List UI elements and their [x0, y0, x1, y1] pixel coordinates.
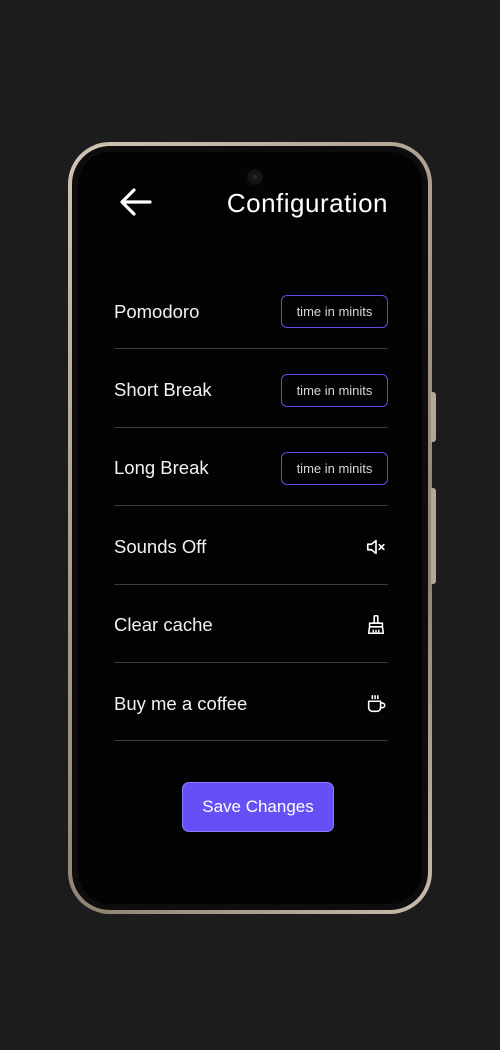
coffee-cup-icon[interactable]: [364, 692, 388, 716]
settings-list: Pomodoro Short Break Long Break Sounds O…: [114, 271, 388, 742]
page-title: Configuration: [226, 188, 388, 218]
cache-label: Clear cache: [114, 614, 213, 636]
pomodoro-label: Pomodoro: [114, 300, 200, 322]
app-screen: Configuration Pomodoro Short Break Long …: [78, 152, 422, 904]
setting-row-cache[interactable]: Clear cache: [114, 585, 388, 663]
volume-off-icon[interactable]: [364, 535, 388, 559]
pomodoro-time-input[interactable]: [281, 295, 388, 329]
setting-row-short-break: Short Break: [114, 349, 388, 428]
setting-row-pomodoro: Pomodoro: [114, 271, 388, 350]
back-button[interactable]: [118, 186, 158, 218]
broom-icon[interactable]: [364, 613, 388, 637]
phone-bezel: Configuration Pomodoro Short Break Long …: [72, 146, 428, 910]
arrow-left-icon: [120, 188, 152, 216]
long-break-time-input[interactable]: [281, 451, 388, 485]
save-changes-button[interactable]: Save Changes: [182, 782, 334, 832]
setting-row-coffee[interactable]: Buy me a coffee: [114, 663, 388, 742]
power-button: [431, 392, 436, 442]
sounds-label: Sounds Off: [114, 535, 207, 557]
volume-button: [431, 488, 436, 584]
phone-frame: Configuration Pomodoro Short Break Long …: [68, 142, 436, 914]
setting-row-long-break: Long Break: [114, 428, 388, 507]
short-break-time-input[interactable]: [281, 373, 388, 407]
coffee-label: Buy me a coffee: [114, 692, 248, 714]
app-header: Configuration: [78, 180, 422, 224]
short-break-label: Short Break: [114, 379, 212, 401]
long-break-label: Long Break: [114, 457, 209, 479]
setting-row-sounds[interactable]: Sounds Off: [114, 506, 388, 585]
